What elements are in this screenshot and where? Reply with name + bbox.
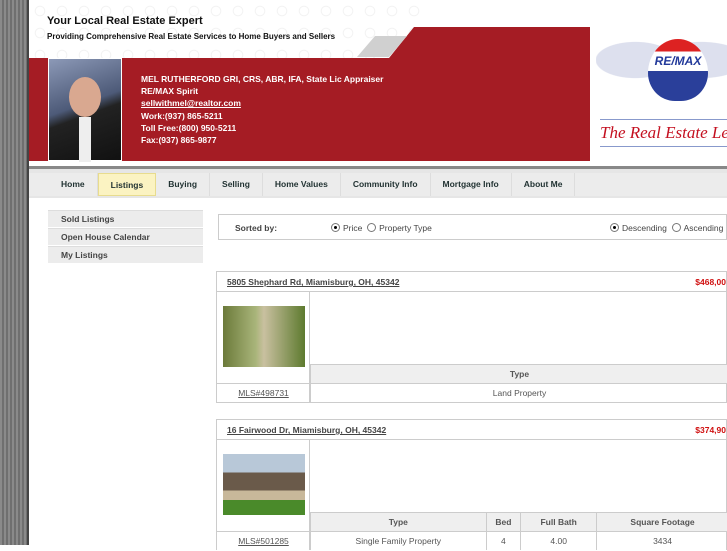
nav-community-info[interactable]: Community Info bbox=[341, 173, 431, 196]
column-header: Bed bbox=[486, 512, 521, 531]
listing-address-link[interactable]: 5805 Shephard Rd, Miamisburg, OH, 45342 bbox=[227, 277, 399, 287]
sidebar-item-open-house-calendar[interactable]: Open House Calendar bbox=[48, 228, 203, 245]
sort-bar: Sorted by: Price Property Type Descendin… bbox=[218, 214, 727, 240]
sort-label: Sorted by: bbox=[235, 223, 277, 233]
listing-address-link[interactable]: 16 Fairwood Dr, Miamisburg, OH, 45342 bbox=[227, 425, 386, 435]
listing-photo[interactable] bbox=[223, 306, 305, 367]
listing-price: $468,00 bbox=[695, 277, 726, 287]
nav-home[interactable]: Home bbox=[49, 173, 98, 196]
remax-logo: RE/MAX The Real Estate Lead bbox=[596, 27, 727, 160]
agent-info: MEL RUTHERFORD GRI, CRS, ABR, IFA, State… bbox=[141, 73, 383, 146]
nav-selling[interactable]: Selling bbox=[210, 173, 263, 196]
logo-tagline: The Real Estate Lead bbox=[600, 119, 727, 147]
listing-mls-link[interactable]: MLS#498731 bbox=[217, 383, 310, 402]
sort-descending-label: Descending bbox=[622, 223, 667, 233]
column-header: Square Footage bbox=[597, 512, 727, 531]
left-edge-strip bbox=[0, 0, 29, 545]
agent-photo bbox=[48, 58, 122, 161]
sort-type-radio[interactable] bbox=[367, 223, 376, 232]
listing-card: 5805 Shephard Rd, Miamisburg, OH, 45342 $… bbox=[216, 271, 727, 403]
site-subtitle: Providing Comprehensive Real Estate Serv… bbox=[47, 32, 335, 41]
agent-tollfree-phone: Toll Free:(800) 950-5211 bbox=[141, 122, 383, 134]
sidebar-item-sold-listings[interactable]: Sold Listings bbox=[48, 210, 203, 227]
nav-listings[interactable]: Listings bbox=[98, 173, 157, 196]
table-cell: 3434 bbox=[597, 531, 727, 550]
sort-ascending-label: Ascending bbox=[684, 223, 724, 233]
column-header: Type bbox=[311, 364, 727, 383]
agent-fax: Fax:(937) 865-9877 bbox=[141, 134, 383, 146]
agent-email-link[interactable]: sellwithmel@realtor.com bbox=[141, 98, 241, 108]
listing-photo[interactable] bbox=[223, 454, 305, 515]
column-header: Type bbox=[311, 512, 487, 531]
table-cell: Single Family Property bbox=[311, 531, 487, 550]
nav-buying[interactable]: Buying bbox=[156, 173, 210, 196]
listing-card: 16 Fairwood Dr, Miamisburg, OH, 45342 $37… bbox=[216, 419, 727, 550]
listing-price: $374,90 bbox=[695, 425, 726, 435]
agent-company: RE/MAX Spirit bbox=[141, 85, 383, 97]
table-cell: 4 bbox=[486, 531, 521, 550]
sort-descending-radio[interactable] bbox=[610, 223, 619, 232]
table-cell: Land Property bbox=[311, 383, 727, 402]
site-title: Your Local Real Estate Expert bbox=[47, 15, 203, 27]
sort-price-radio[interactable] bbox=[331, 223, 340, 232]
balloon-icon: RE/MAX bbox=[648, 39, 708, 101]
sort-ascending-radio[interactable] bbox=[672, 223, 681, 232]
sidebar-item-my-listings[interactable]: My Listings bbox=[48, 246, 203, 263]
nav-mortgage-info[interactable]: Mortgage Info bbox=[431, 173, 512, 196]
column-header: Full Bath bbox=[521, 512, 597, 531]
listing-mls-link[interactable]: MLS#501285 bbox=[217, 531, 310, 550]
sidebar: Sold Listings Open House Calendar My Lis… bbox=[48, 210, 203, 264]
nav-about-me[interactable]: About Me bbox=[512, 173, 576, 196]
agent-work-phone: Work:(937) 865-5211 bbox=[141, 110, 383, 122]
listing-details-table: Type Land Property bbox=[310, 364, 727, 403]
agent-name: MEL RUTHERFORD GRI, CRS, ABR, IFA, State… bbox=[141, 73, 383, 85]
sort-price-label: Price bbox=[343, 223, 362, 233]
listing-details-table: Type Bed Full Bath Square Footage Single… bbox=[310, 512, 727, 551]
banner-edge bbox=[29, 58, 45, 161]
nav-home-values[interactable]: Home Values bbox=[263, 173, 341, 196]
table-cell: 4.00 bbox=[521, 531, 597, 550]
sort-type-label: Property Type bbox=[379, 223, 432, 233]
main-nav: Home Listings Buying Selling Home Values… bbox=[29, 173, 727, 196]
